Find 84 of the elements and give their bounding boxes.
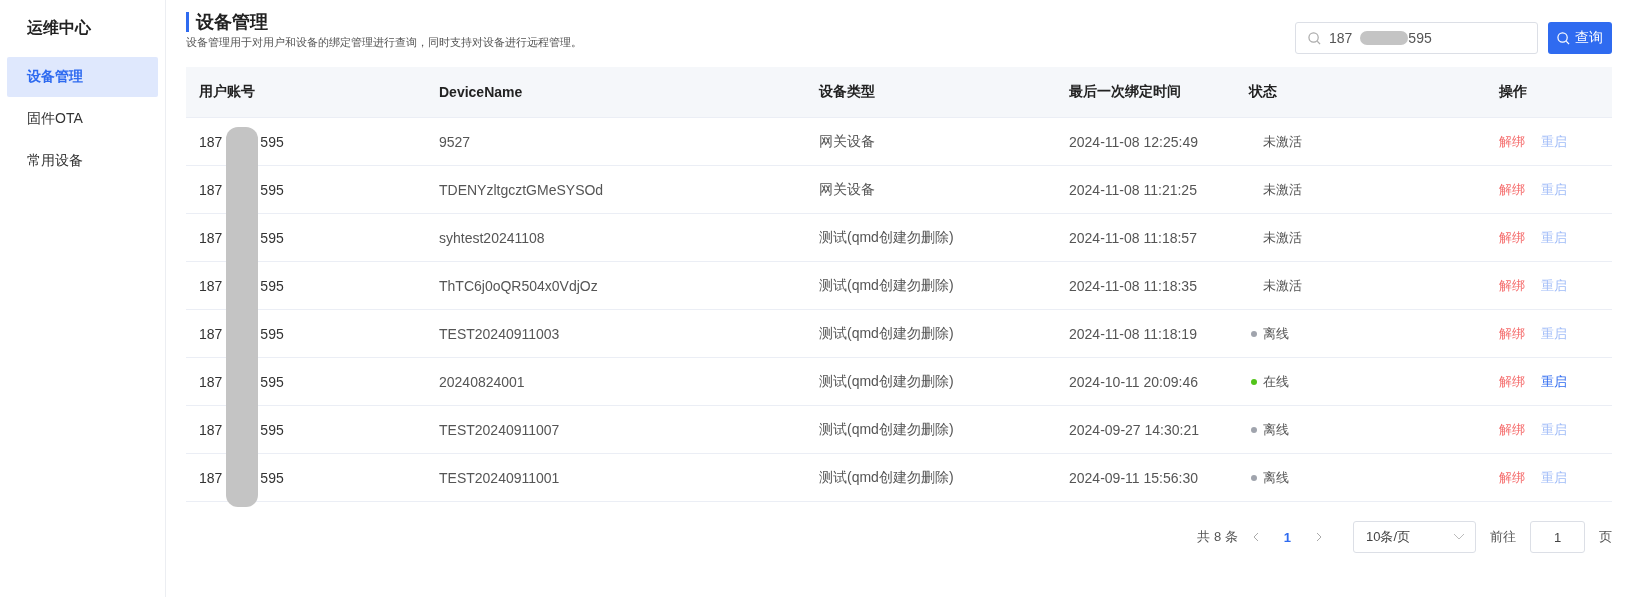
restart-link[interactable]: 重启 [1541,372,1567,391]
table-cell-text: 2024-11-08 11:21:25 [1069,181,1198,198]
table-cell: 187 [199,421,223,438]
status-text: 离线 [1263,324,1289,343]
unbind-link[interactable]: 解绑 [1499,180,1525,199]
table-cell-text: 2024-09-27 14:30:21 [1069,421,1200,438]
table-cell-text: 20240824001 [439,373,526,390]
total-count: 共 8 条 [1197,528,1238,546]
column-header: 用户账号 [199,83,256,101]
table-cell-text: TEST20240911007 [439,421,561,438]
table-cell: 595 [260,277,284,294]
table-cell-text: 网关设备 [819,132,876,151]
goto-page-field[interactable]: 1 [1530,521,1585,553]
page-suffix: 页 [1599,528,1612,546]
table-cell-text: TDENYzltgcztGMeSYSOd [439,181,605,198]
page-size-select[interactable]: 10条/页 [1353,521,1476,553]
table-cell-text: 测试(qmd创建勿删除) [819,324,955,343]
search-icon [1308,31,1321,45]
column-header: 最后一次绑定时间 [1069,83,1182,101]
page-size-value: 10条/页 [1366,528,1411,546]
unbind-link[interactable]: 解绑 [1499,132,1525,151]
redaction-mark [1360,31,1409,45]
table-cell-text: 测试(qmd创建勿删除) [819,468,955,487]
unbind-link[interactable]: 解绑 [1499,420,1525,439]
table-cell-text: 2024-11-08 12:25:49 [1069,133,1199,150]
column-header: 状态 [1249,83,1278,101]
table-cell: 595 [260,421,284,438]
table-cell-text: 2024-09-11 15:56:30 [1069,469,1199,486]
status-text: 离线 [1263,420,1289,439]
table-cell-text: TEST20240911003 [439,325,561,342]
table-cell: 595 [260,229,284,246]
search-icon [1557,31,1570,45]
unbind-link[interactable]: 解绑 [1499,228,1525,247]
table-cell: 187 [199,325,223,342]
sidebar-title: 运维中心 [26,18,92,38]
table-cell-text: syhtest20241108 [439,229,546,246]
page-number[interactable]: 1 [1273,529,1301,545]
status-text: 未激活 [1263,180,1302,199]
goto-label: 前往 [1490,528,1516,546]
status-text: 离线 [1263,468,1289,487]
page-description: 设备管理用于对用户和设备的绑定管理进行查询，同时支持对设备进行远程管理。 [186,35,582,50]
status-text: 未激活 [1263,132,1302,151]
unbind-link[interactable]: 解绑 [1499,468,1525,487]
table-cell-text: 2024-11-08 11:18:35 [1069,277,1198,294]
search-field[interactable]: 187 595 [1295,22,1538,54]
status-text: 未激活 [1263,276,1302,295]
column-header: DeviceName [439,84,524,100]
table-cell: 595 [260,469,284,486]
unbind-link[interactable]: 解绑 [1499,276,1525,295]
prev-page-icon[interactable] [1251,532,1260,542]
next-page-icon[interactable] [1315,532,1323,542]
status-text: 在线 [1263,372,1289,391]
table-cell-text: 测试(qmd创建勿删除) [819,228,955,247]
sidebar-item[interactable]: 设备管理 [7,57,158,97]
table-cell-text: 2024-10-11 20:09:46 [1069,373,1199,390]
table-cell: 187 [199,469,223,486]
table-cell-text: TEST20240911001 [439,469,561,486]
sidebar-item[interactable]: 常用设备 [7,141,158,181]
table-cell-text: 测试(qmd创建勿删除) [819,372,955,391]
table-cell: 187 [199,133,223,150]
page-title: 设备管理 [186,12,582,32]
table-cell-text: 测试(qmd创建勿删除) [819,420,955,439]
table-cell-text: 2024-11-08 11:18:57 [1069,229,1198,246]
table-cell-text: 测试(qmd创建勿删除) [819,276,955,295]
table-cell-text: ThTC6j0oQR504x0VdjOz [439,277,599,294]
table-cell: 187 [199,181,223,198]
table-cell: 187 [199,229,223,246]
table-cell: 595 [260,325,284,342]
table-cell-text: 2024-11-08 11:18:19 [1069,325,1198,342]
query-button[interactable]: 查询 [1548,22,1612,54]
table-cell: 187 [199,277,223,294]
sidebar-item[interactable]: 固件OTA [7,99,158,139]
table-cell: 595 [260,181,284,198]
table-cell-text: 网关设备 [819,180,876,199]
chevron-down-icon [1453,533,1465,541]
table-cell: 595 [260,133,284,150]
table-cell: 595 [260,373,284,390]
unbind-link[interactable]: 解绑 [1499,372,1525,391]
column-header: 操作 [1499,83,1528,101]
table-cell-text: 9527 [439,133,472,150]
table-cell: 187 [199,373,223,390]
status-text: 未激活 [1263,228,1302,247]
column-header: 设备类型 [819,83,876,101]
unbind-link[interactable]: 解绑 [1499,324,1525,343]
